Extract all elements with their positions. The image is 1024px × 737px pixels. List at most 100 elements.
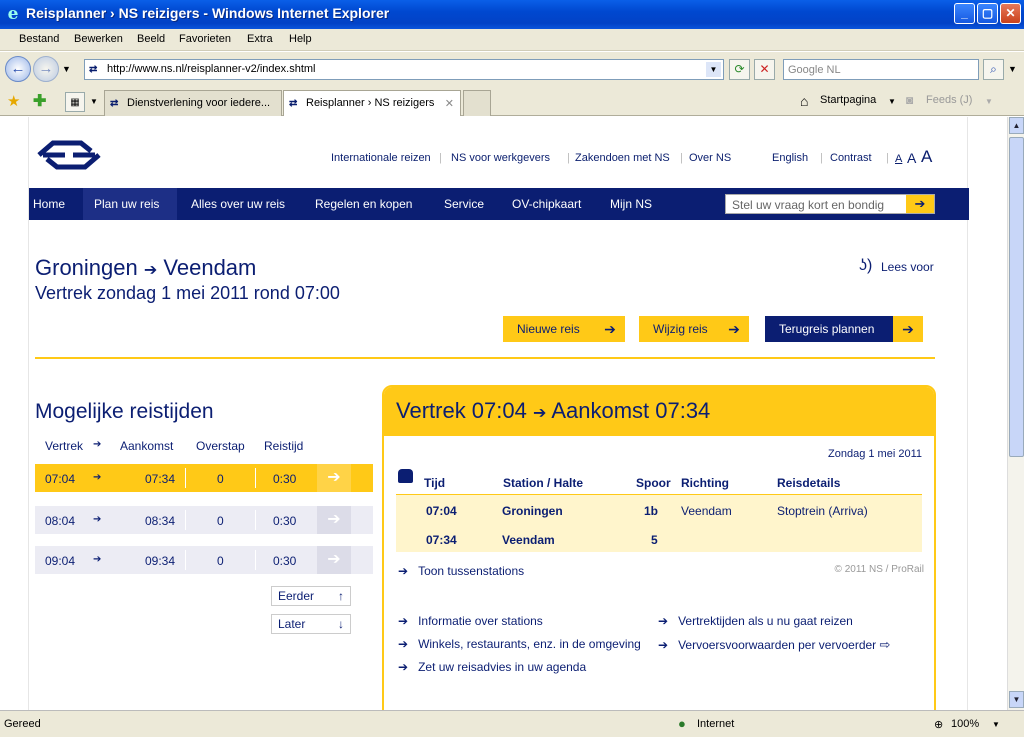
col-aankomst: Aankomst xyxy=(120,439,174,453)
back-button[interactable]: ← xyxy=(5,56,31,82)
title-bar: e Reisplanner › NS reizigers - Windows I… xyxy=(0,0,1024,29)
new-tab-button[interactable] xyxy=(463,90,491,116)
tab-reisplanner[interactable]: ⇄ Reisplanner › NS reizigers ✕ xyxy=(283,90,461,116)
search-go-icon[interactable]: ➔ xyxy=(906,195,934,213)
change-journey-label: Wijzig reis xyxy=(653,322,708,336)
menu-item-extra[interactable]: Extra xyxy=(247,33,273,45)
time-row[interactable]: 09:04 ➔ 09:34 0 0:30 ➔ xyxy=(35,546,373,574)
font-size-small[interactable]: A xyxy=(895,153,902,165)
search-input[interactable]: Google NL xyxy=(783,59,979,80)
th-richting: Richting xyxy=(681,476,729,490)
time-row[interactable]: 08:04 ➔ 08:34 0 0:30 ➔ xyxy=(35,506,373,534)
scroll-down-icon[interactable]: ▼ xyxy=(1009,691,1024,708)
link-add-to-agenda[interactable]: ➔ Zet uw reisadvies in uw agenda xyxy=(398,660,586,674)
time-row[interactable]: 07:04 ➔ 07:34 0 0:30 ➔ xyxy=(35,464,373,492)
forward-button[interactable]: → xyxy=(33,56,59,82)
font-size-medium[interactable]: A xyxy=(907,150,916,166)
arrow-icon: ➔ xyxy=(658,638,669,652)
link-internationale-reizen[interactable]: Internationale reizen xyxy=(331,152,431,164)
zoom-level[interactable]: 100% xyxy=(951,718,979,730)
journey-detail-panel: Vertrek 07:04 ➔ Aankomst 07:34 Zondag 1 … xyxy=(382,385,936,710)
vertical-scrollbar[interactable]: ▲ ▼ xyxy=(1007,117,1024,710)
nav-alles-over-uw-reis[interactable]: Alles over uw reis xyxy=(191,197,285,211)
address-field[interactable]: ⇄ http://www.ns.nl/reisplanner-v2/index.… xyxy=(84,59,724,80)
font-size-large[interactable]: A xyxy=(921,147,932,167)
home-label[interactable]: Startpagina xyxy=(820,94,876,106)
row-transfers: 0 xyxy=(217,472,224,486)
tab-dienstverlening[interactable]: ⇄ Dienstverlening voor iedere... xyxy=(104,90,282,116)
menu-item-beeld[interactable]: Beeld xyxy=(137,33,165,45)
select-row-arrow-icon[interactable]: ➔ xyxy=(317,506,351,534)
search-placeholder: Google NL xyxy=(788,64,841,76)
link-zakendoen[interactable]: Zakendoen met NS xyxy=(575,152,670,164)
menu-item-bewerken[interactable]: Bewerken xyxy=(74,33,123,45)
menu-item-favorieten[interactable]: Favorieten xyxy=(179,33,231,45)
stop-icon[interactable]: ✕ xyxy=(754,59,775,80)
link-english[interactable]: English xyxy=(772,152,808,164)
history-dropdown-icon[interactable]: ▼ xyxy=(62,64,71,74)
link-shops-restaurants[interactable]: ➔ Winkels, restaurants, enz. in de omgevi… xyxy=(398,637,641,651)
row-transfers: 0 xyxy=(217,554,224,568)
home-icon[interactable]: ⌂ xyxy=(800,93,808,109)
scroll-up-icon[interactable]: ▲ xyxy=(1009,117,1024,134)
row-departure: 07:04 xyxy=(45,472,76,486)
detail-header: Vertrek 07:04 ➔ Aankomst 07:34 xyxy=(384,387,934,436)
menu-item-bestand[interactable]: Bestand xyxy=(19,33,59,45)
scroll-thumb[interactable] xyxy=(1009,137,1024,457)
search-dropdown-icon[interactable]: ▼ xyxy=(1008,64,1017,74)
nav-mijn-ns[interactable]: Mijn NS xyxy=(610,197,652,211)
change-journey-button[interactable]: Wijzig reis ➔ xyxy=(639,316,749,342)
nav-service[interactable]: Service xyxy=(444,197,484,211)
ns-logo-icon[interactable] xyxy=(35,139,103,171)
cell-station: Groningen xyxy=(502,504,563,518)
minimize-button[interactable]: _ xyxy=(954,3,975,24)
nav-plan-uw-reis[interactable]: Plan uw reis xyxy=(83,188,177,220)
later-button[interactable]: Later ↓ xyxy=(271,614,351,634)
new-journey-button[interactable]: Nieuwe reis ➔ xyxy=(503,316,625,342)
earlier-button[interactable]: Eerder ↑ xyxy=(271,586,351,606)
close-button[interactable]: ✕ xyxy=(1000,3,1021,24)
site-search-placeholder: Stel uw vraag kort en bondig xyxy=(732,198,885,212)
link-ns-werkgevers[interactable]: NS voor werkgevers xyxy=(451,152,550,164)
arrow-up-icon: ↑ xyxy=(338,589,344,603)
route-to: Veendam xyxy=(163,255,257,280)
quick-tabs-icon[interactable]: ▦ xyxy=(65,92,85,112)
add-favorite-icon[interactable]: ✚ xyxy=(33,91,46,111)
feeds-icon[interactable]: ◙ xyxy=(906,93,913,107)
link-over-ns[interactable]: Over NS xyxy=(689,152,731,164)
nav-home[interactable]: Home xyxy=(33,197,65,211)
link-station-info[interactable]: ➔ Informatie over stations xyxy=(398,614,543,628)
show-stations-link[interactable]: ➔ Toon tussenstations xyxy=(398,564,524,578)
zoom-dropdown-icon[interactable]: ▼ xyxy=(992,720,1000,729)
row-transfers: 0 xyxy=(217,514,224,528)
search-icon[interactable]: ⌕ xyxy=(983,59,1004,80)
home-dropdown-icon[interactable]: ▼ xyxy=(888,97,896,106)
close-tab-icon[interactable]: ✕ xyxy=(445,97,454,110)
link-contrast[interactable]: Contrast xyxy=(830,152,872,164)
link-transport-conditions[interactable]: ➔ Vervoersvoorwaarden per vervoerder ⇨ xyxy=(658,637,890,653)
feeds-dropdown-icon[interactable]: ▼ xyxy=(985,97,993,106)
feeds-label[interactable]: Feeds (J) xyxy=(926,94,972,106)
return-journey-button[interactable]: Terugreis plannen ➔ xyxy=(765,316,923,342)
read-aloud-link[interactable]: Lees voor xyxy=(881,260,934,274)
zoom-icon[interactable]: ⊕ xyxy=(934,718,943,731)
refresh-icon[interactable]: ⟳ xyxy=(729,59,750,80)
nav-ov-chipkaart[interactable]: OV-chipkaart xyxy=(512,197,581,211)
nav-regelen-en-kopen[interactable]: Regelen en kopen xyxy=(315,197,412,211)
col-reistijd: Reistijd xyxy=(264,439,304,453)
menu-item-help[interactable]: Help xyxy=(289,33,312,45)
speaker-icon[interactable]: ʖ) xyxy=(859,257,872,275)
journey-subtitle: Vertrek zondag 1 mei 2011 rond 07:00 xyxy=(35,283,340,303)
address-dropdown-icon[interactable]: ▼ xyxy=(706,62,721,77)
arrow-icon: ➔ xyxy=(143,262,158,279)
link-departure-times[interactable]: ➔ Vertrektijden als u nu gaat reizen xyxy=(658,614,853,628)
favorites-star-icon[interactable]: ★ xyxy=(7,92,20,110)
select-row-arrow-icon[interactable]: ➔ xyxy=(317,546,351,574)
select-row-arrow-icon[interactable]: ➔ xyxy=(317,464,351,492)
site-search-input[interactable]: Stel uw vraag kort en bondig ➔ xyxy=(725,194,935,214)
maximize-button[interactable]: ▢ xyxy=(977,3,998,24)
possible-times-title: Mogelijke reistijden xyxy=(35,400,214,423)
arrow-icon: ➔ xyxy=(93,472,102,483)
arrow-icon: ➔ xyxy=(398,660,409,674)
tab-list-dropdown-icon[interactable]: ▼ xyxy=(90,97,98,106)
